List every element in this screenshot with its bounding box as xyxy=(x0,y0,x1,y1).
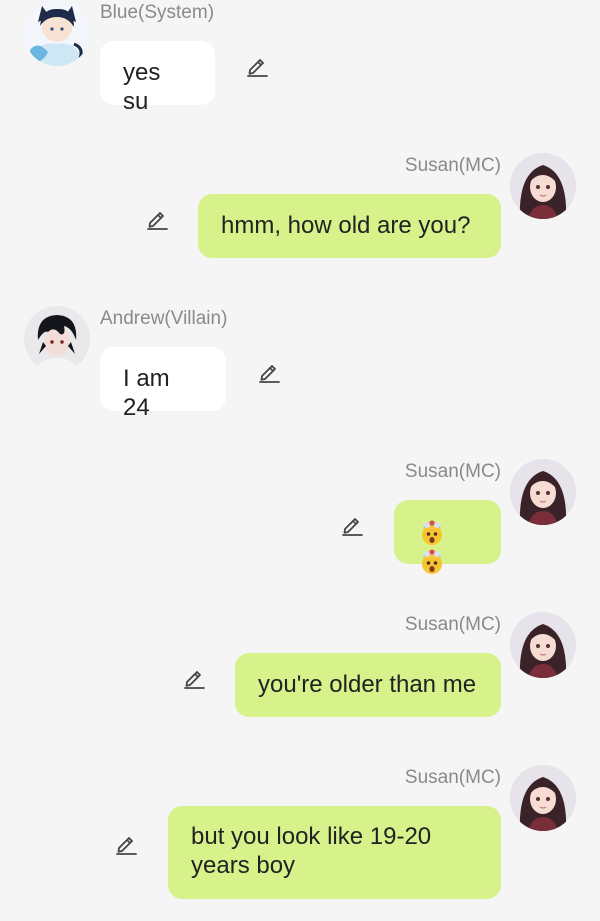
sender-name: Blue(System) xyxy=(100,2,215,23)
edit-icon[interactable] xyxy=(256,359,282,385)
andrew-villain-avatar[interactable] xyxy=(24,306,90,372)
message-text: hmm, how old are you? xyxy=(221,212,471,239)
message-text: I am 24 xyxy=(123,365,170,421)
message-bubble[interactable] xyxy=(394,500,501,575)
sender-name: Susan(MC) xyxy=(404,461,501,482)
sender-name: Susan(MC) xyxy=(404,614,501,635)
message-row-susan: Susan(MC) hmm, how old are you? xyxy=(0,153,600,263)
sender-name: Susan(MC) xyxy=(404,767,501,788)
message-row-susan: Susan(MC) you're older than me xyxy=(0,612,600,722)
sender-name: Susan(MC) xyxy=(404,155,501,176)
message-text-line: but you look like 19-20 xyxy=(191,823,432,850)
exploding-head-emoji xyxy=(418,519,446,547)
message-bubble[interactable]: but you look like 19-20 years boy xyxy=(168,806,501,899)
message-bubble[interactable]: yes su xyxy=(100,41,215,115)
message-bubble[interactable]: I am 24 xyxy=(100,347,226,421)
message-row-susan: Susan(MC) but you look like 19-20 years … xyxy=(0,765,600,905)
message-row-susan: Susan(MC) xyxy=(0,459,600,575)
susan-avatar[interactable] xyxy=(510,612,576,678)
message-bubble[interactable]: you're older than me xyxy=(235,653,501,717)
edit-icon[interactable] xyxy=(113,831,139,857)
blue-system-avatar[interactable] xyxy=(24,0,90,66)
sender-name: Andrew(Villain) xyxy=(100,308,228,329)
message-bubble[interactable]: hmm, how old are you? xyxy=(198,194,501,258)
message-text: yes su xyxy=(123,59,161,115)
exploding-head-emoji xyxy=(418,548,446,576)
susan-avatar[interactable] xyxy=(510,153,576,219)
chat-log: Blue(System) yes su Susan(MC) hmm, how o… xyxy=(0,0,600,921)
message-row-blue-system: Blue(System) yes su xyxy=(0,0,600,115)
susan-avatar[interactable] xyxy=(510,765,576,831)
edit-icon[interactable] xyxy=(144,206,170,232)
edit-icon[interactable] xyxy=(244,53,270,79)
edit-icon[interactable] xyxy=(339,512,365,538)
susan-avatar[interactable] xyxy=(510,459,576,525)
message-text: you're older than me xyxy=(258,671,477,698)
message-text-line: years boy xyxy=(191,852,296,879)
message-row-andrew-villain: Andrew(Villain) I am 24 xyxy=(0,306,600,421)
edit-icon[interactable] xyxy=(181,665,207,691)
